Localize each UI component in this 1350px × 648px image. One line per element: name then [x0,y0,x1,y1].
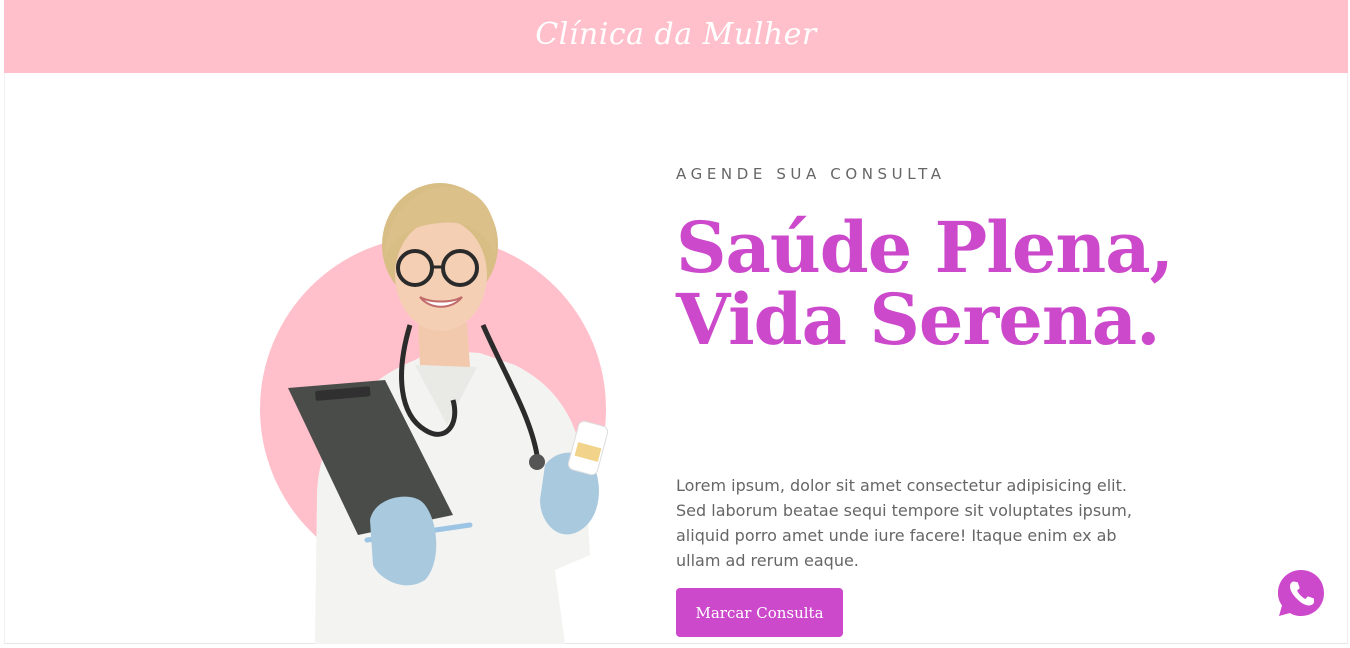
doctor-illustration [260,183,609,644]
whatsapp-icon-graphic [1278,570,1324,616]
site-header: Clínica da Mulher [4,0,1348,73]
eyebrow-text: AGENDE SUA CONSULTA [676,165,946,183]
glove-left [370,496,437,586]
whatsapp-icon[interactable] [1275,567,1327,619]
doctor-photo [255,175,635,644]
face [395,219,487,331]
brand-logo[interactable]: Clínica da Mulher [535,17,816,52]
hero-headline: Saúde Plena, Vida Serena. [676,206,1174,361]
book-appointment-button[interactable]: Marcar Consulta [676,588,843,637]
hero-description: Lorem ipsum, dolor sit amet consectetur … [676,476,1132,570]
